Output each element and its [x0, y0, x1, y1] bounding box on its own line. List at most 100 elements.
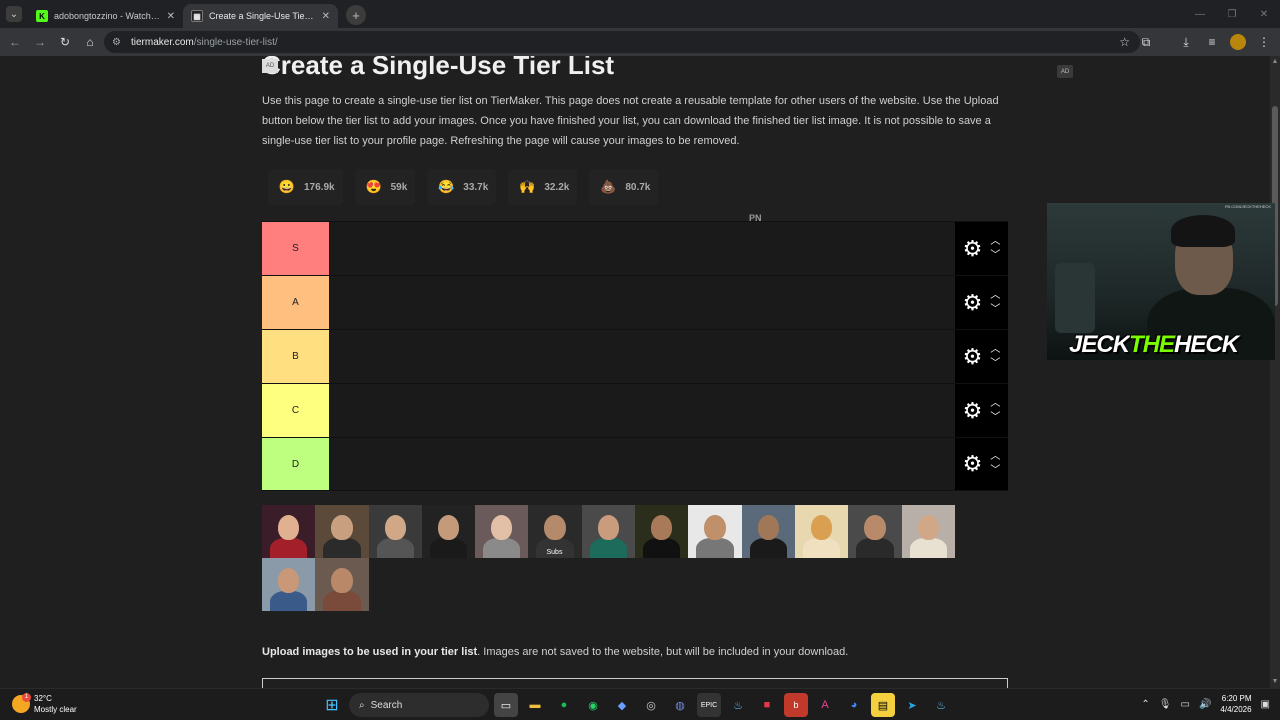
- pool-image[interactable]: [262, 505, 316, 558]
- pool-image[interactable]: Subs: [528, 505, 582, 558]
- whatsapp-icon[interactable]: ◉: [581, 693, 605, 717]
- chevron-up-icon[interactable]: ︿: [990, 236, 1000, 247]
- pool-image[interactable]: [741, 505, 795, 558]
- chevron-up-icon[interactable]: ︿: [990, 290, 1000, 301]
- extensions-icon[interactable]: ⧉: [1134, 30, 1158, 54]
- address-bar[interactable]: ⚙ tiermaker.com/single-use-tier-list/ ☆: [104, 31, 1140, 53]
- reaction-poop[interactable]: 💩 80.7k: [589, 169, 659, 205]
- reading-list-icon[interactable]: ≡: [1200, 30, 1224, 54]
- pool-image[interactable]: [581, 505, 636, 558]
- pool-image[interactable]: [421, 505, 476, 558]
- microphone-icon[interactable]: 🎙: [1159, 699, 1172, 710]
- tier-label[interactable]: B: [262, 330, 329, 383]
- weather-badge: 1: [22, 693, 31, 702]
- tray-expand-icon[interactable]: ⌃: [1141, 699, 1149, 710]
- gear-icon[interactable]: ⚙: [963, 291, 983, 314]
- forward-arrow-icon[interactable]: →: [28, 30, 52, 54]
- steam-icon[interactable]: ♨: [726, 693, 750, 717]
- minimize-icon[interactable]: —: [1184, 0, 1216, 28]
- pool-image[interactable]: [901, 505, 955, 558]
- chevron-up-icon[interactable]: ︿: [990, 398, 1000, 409]
- chevron-down-icon[interactable]: ﹀: [990, 250, 1000, 261]
- scroll-down-icon[interactable]: ▼: [1271, 678, 1279, 686]
- volume-icon[interactable]: 🔊: [1199, 699, 1211, 710]
- windows-start-icon[interactable]: ⊞: [320, 693, 344, 717]
- tab-search-button[interactable]: ⌄: [0, 0, 28, 28]
- chevron-down-icon[interactable]: ﹀: [990, 466, 1000, 476]
- reload-icon[interactable]: ↻: [53, 30, 77, 54]
- bookmark-star-icon[interactable]: ☆: [1119, 35, 1130, 49]
- gear-icon[interactable]: ⚙: [963, 345, 983, 368]
- close-icon[interactable]: ✕: [167, 11, 175, 22]
- notification-icon[interactable]: ▣: [1261, 699, 1270, 710]
- tier-label[interactable]: A: [262, 276, 329, 329]
- page-scrollbar[interactable]: ▲ ▼: [1270, 56, 1280, 688]
- tier-drop-zone[interactable]: [329, 330, 955, 383]
- home-icon[interactable]: ⌂: [78, 30, 102, 54]
- tier-label[interactable]: D: [262, 438, 329, 490]
- chrome-icon[interactable]: ◕: [842, 693, 866, 717]
- more-menu-icon[interactable]: ⋮: [1252, 30, 1276, 54]
- reaction-smile[interactable]: 😀 176.9k: [268, 169, 343, 205]
- upload-instructions-rest: . Images are not saved to the website, b…: [477, 646, 849, 658]
- task-view-icon[interactable]: ▭: [494, 693, 518, 717]
- gear-icon[interactable]: ⚙: [963, 237, 983, 260]
- site-info-icon[interactable]: ⚙: [112, 37, 121, 48]
- profile-avatar[interactable]: [1230, 34, 1246, 50]
- search-label: Search: [370, 699, 403, 711]
- chevron-down-icon[interactable]: ﹀: [990, 412, 1000, 423]
- pool-image[interactable]: [315, 505, 369, 558]
- pool-image[interactable]: [262, 558, 316, 611]
- gear-icon[interactable]: ⚙: [963, 453, 983, 475]
- chevron-up-icon[interactable]: ︿: [990, 452, 1000, 462]
- app-red-icon[interactable]: ■: [755, 693, 779, 717]
- close-window-icon[interactable]: ✕: [1248, 0, 1280, 28]
- spotify-icon[interactable]: ●: [552, 693, 576, 717]
- upload-dropzone[interactable]: [262, 678, 1008, 688]
- pool-image[interactable]: [794, 505, 849, 558]
- obs-icon[interactable]: ◎: [639, 693, 663, 717]
- tier-drop-zone[interactable]: [329, 276, 955, 329]
- file-explorer-icon[interactable]: ▬: [523, 693, 547, 717]
- epic-games-icon[interactable]: EPIC: [697, 693, 721, 717]
- tier-drop-zone[interactable]: [329, 384, 955, 437]
- pool-image[interactable]: [315, 558, 369, 611]
- gear-icon[interactable]: ⚙: [963, 399, 983, 422]
- steam-icon-2[interactable]: ♨: [929, 693, 953, 717]
- app-a-icon[interactable]: A: [813, 693, 837, 717]
- reaction-heart-eyes[interactable]: 😍 59k: [354, 169, 416, 205]
- tab-tiermaker[interactable]: ▦ Create a Single-Use Tier List (P ✕: [183, 4, 338, 28]
- pool-image[interactable]: [848, 505, 902, 558]
- tab-kick[interactable]: K adobongtozzino - Watch the V ✕: [28, 4, 183, 28]
- tier-drop-zone[interactable]: [329, 438, 955, 490]
- telegram-icon[interactable]: ➤: [900, 693, 924, 717]
- scroll-up-icon[interactable]: ▲: [1271, 58, 1279, 66]
- app-icon[interactable]: ◆: [610, 693, 634, 717]
- reaction-raised-hands[interactable]: 🙌 32.2k: [508, 169, 578, 205]
- new-tab-button[interactable]: +: [346, 5, 366, 25]
- pool-image[interactable]: [635, 505, 689, 558]
- reaction-laugh[interactable]: 😂 33.7k: [427, 169, 497, 205]
- pool-image[interactable]: [688, 505, 742, 558]
- back-arrow-icon[interactable]: ←: [3, 30, 27, 54]
- discord-icon[interactable]: ◍: [668, 693, 692, 717]
- chevron-down-icon[interactable]: ﹀: [990, 304, 1000, 315]
- taskbar-search[interactable]: ⌕ Search: [349, 693, 489, 717]
- tier-label[interactable]: C: [262, 384, 329, 437]
- chevron-up-icon[interactable]: ︿: [990, 344, 1000, 355]
- download-icon[interactable]: ⤓: [1174, 30, 1198, 54]
- chevron-down-icon[interactable]: ﹀: [990, 358, 1000, 369]
- weather-widget[interactable]: 1 32°C Mostly clear: [12, 693, 77, 715]
- ad-badge[interactable]: AD: [262, 59, 278, 73]
- pool-image[interactable]: [368, 505, 422, 558]
- sticky-notes-icon[interactable]: ▤: [871, 693, 895, 717]
- maximize-icon[interactable]: ❐: [1216, 0, 1248, 28]
- network-icon[interactable]: ▭: [1181, 699, 1190, 710]
- tier-drop-zone[interactable]: [329, 222, 955, 275]
- close-icon[interactable]: ✕: [322, 11, 330, 22]
- pool-image[interactable]: [475, 505, 529, 558]
- ad-badge-right[interactable]: AD: [1057, 65, 1073, 78]
- app-b-icon[interactable]: b: [784, 693, 808, 717]
- tier-label[interactable]: S: [262, 222, 329, 275]
- clock[interactable]: 6:20 PM 4/4/2026: [1220, 693, 1251, 715]
